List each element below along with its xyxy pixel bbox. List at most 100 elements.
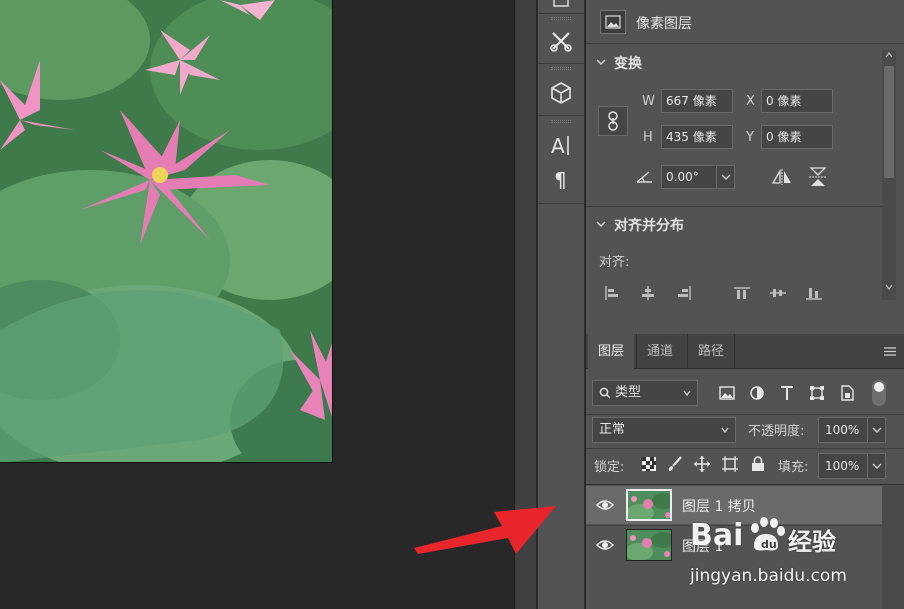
align-right-edges-button[interactable] bbox=[674, 284, 694, 302]
lock-all-button[interactable] bbox=[749, 455, 767, 473]
history-icon[interactable] bbox=[546, 0, 576, 14]
layers-divider bbox=[586, 414, 904, 415]
height-label: H bbox=[643, 130, 653, 145]
lock-position-button[interactable] bbox=[693, 455, 711, 473]
tool-group-3d bbox=[538, 64, 584, 116]
brush-icon bbox=[668, 456, 682, 471]
align-section-title[interactable]: 对齐并分布 bbox=[614, 215, 684, 235]
filter-adjustment-button[interactable] bbox=[746, 382, 768, 404]
width-field[interactable]: 667 像素 bbox=[661, 89, 733, 113]
chevron-down-icon bbox=[721, 174, 731, 180]
toggle-knob-icon bbox=[874, 382, 884, 392]
properties-panel: 像素图层 变换 W 667 像素 X 0 像素 H 435 像素 Y 0 像素 … bbox=[586, 0, 904, 333]
artboard-icon bbox=[722, 456, 738, 472]
tools-icon[interactable] bbox=[546, 26, 576, 56]
watermark-brand: Bai bbox=[690, 518, 744, 553]
baidu-watermark: Bai du 经验 jingyan.baidu.com bbox=[680, 510, 880, 590]
align-label: 对齐: bbox=[599, 255, 630, 270]
panel-menu-icon[interactable] bbox=[884, 347, 896, 356]
angle-field[interactable]: 0.00° bbox=[661, 165, 735, 189]
tab-layers[interactable]: 图层 bbox=[588, 334, 635, 369]
layer-type-label: 像素图层 bbox=[636, 16, 692, 32]
opacity-field[interactable]: 100% bbox=[818, 417, 886, 443]
layers-divider bbox=[586, 484, 904, 485]
blend-mode-dropdown[interactable]: 正常 bbox=[592, 417, 736, 443]
fill-label: 填充: bbox=[778, 460, 809, 475]
tool-group-top bbox=[538, 0, 584, 14]
tool-group-adjust bbox=[538, 14, 584, 64]
fill-field[interactable]: 100% bbox=[818, 453, 886, 479]
scroll-up-icon[interactable] bbox=[885, 52, 893, 58]
properties-scroll-thumb[interactable] bbox=[884, 66, 894, 178]
height-field[interactable]: 435 像素 bbox=[661, 125, 733, 149]
scroll-down-icon[interactable] bbox=[885, 284, 893, 290]
svg-text:A: A bbox=[551, 134, 565, 157]
opacity-dropdown[interactable] bbox=[867, 418, 885, 442]
filter-kind-label: 类型 bbox=[615, 385, 642, 400]
layers-scroll-track[interactable] bbox=[882, 486, 904, 609]
angle-dropdown[interactable] bbox=[716, 166, 734, 188]
chevron-down-icon bbox=[721, 427, 729, 434]
opacity-value: 100% bbox=[825, 423, 860, 437]
filter-shape-button[interactable] bbox=[806, 382, 828, 404]
section-divider bbox=[586, 206, 882, 207]
blend-mode-value: 正常 bbox=[599, 422, 626, 437]
lock-image-pixels-button[interactable] bbox=[666, 455, 684, 473]
pixel-layer-icon bbox=[600, 10, 626, 34]
adjustment-circle-icon bbox=[750, 386, 764, 400]
chain-link-icon bbox=[608, 111, 618, 131]
filter-type-button[interactable] bbox=[776, 382, 798, 404]
align-horizontal-centers-button[interactable] bbox=[638, 284, 658, 302]
eye-icon[interactable] bbox=[596, 538, 614, 552]
y-field[interactable]: 0 像素 bbox=[761, 125, 833, 149]
paragraph-icon[interactable]: ¶ bbox=[546, 164, 576, 194]
width-label: W bbox=[642, 94, 655, 109]
chevron-down-icon[interactable] bbox=[596, 57, 606, 67]
filter-toggle[interactable] bbox=[872, 380, 886, 406]
align-top-icon bbox=[734, 287, 750, 299]
lock-icon bbox=[752, 456, 764, 471]
layer-filter-dropdown[interactable]: 类型 bbox=[592, 380, 698, 406]
lock-label: 锁定: bbox=[594, 460, 625, 475]
align-right-icon bbox=[678, 286, 691, 300]
tab-channels[interactable]: 通道 bbox=[636, 334, 683, 369]
align-center-icon bbox=[642, 286, 654, 300]
layer-thumbnail bbox=[626, 529, 672, 561]
flip-vertical-button[interactable] bbox=[806, 164, 830, 190]
x-label: X bbox=[746, 94, 755, 109]
chevron-down-icon bbox=[872, 427, 882, 433]
type-t-icon bbox=[781, 386, 793, 400]
tab-paths[interactable]: 路径 bbox=[687, 334, 736, 369]
chevron-down-icon bbox=[683, 390, 691, 397]
svg-text:¶: ¶ bbox=[554, 168, 567, 191]
search-icon bbox=[599, 387, 611, 399]
layer-thumbnail bbox=[626, 489, 672, 521]
align-left-edges-button[interactable] bbox=[602, 284, 622, 302]
opacity-label: 不透明度: bbox=[748, 424, 805, 439]
link-dimensions-button[interactable] bbox=[598, 106, 628, 136]
svg-text:du: du bbox=[761, 538, 777, 551]
angle-value: 0.00° bbox=[666, 170, 699, 184]
y-label: Y bbox=[746, 130, 754, 145]
transform-section-title[interactable]: 变换 bbox=[614, 53, 642, 73]
smart-object-icon bbox=[841, 385, 854, 401]
align-vertical-centers-button[interactable] bbox=[768, 284, 788, 302]
flip-horizontal-icon bbox=[771, 169, 791, 185]
3d-cube-icon[interactable] bbox=[546, 78, 576, 108]
chevron-down-icon[interactable] bbox=[596, 219, 606, 229]
eye-icon[interactable] bbox=[596, 498, 614, 512]
filter-pixel-button[interactable] bbox=[716, 382, 738, 404]
lock-artboard-button[interactable] bbox=[721, 455, 739, 473]
align-top-edges-button[interactable] bbox=[732, 284, 752, 302]
flip-horizontal-button[interactable] bbox=[770, 166, 794, 188]
shape-icon bbox=[810, 386, 824, 400]
align-left-icon bbox=[605, 286, 618, 300]
align-bottom-edges-button[interactable] bbox=[804, 284, 824, 302]
fill-dropdown[interactable] bbox=[867, 454, 885, 478]
filter-smart-object-button[interactable] bbox=[836, 382, 858, 404]
character-icon[interactable]: A bbox=[546, 130, 576, 160]
lock-transparent-pixels-button[interactable] bbox=[640, 455, 658, 473]
chevron-down-icon bbox=[872, 463, 882, 469]
x-field[interactable]: 0 像素 bbox=[761, 89, 833, 113]
paw-logo-icon: du bbox=[751, 517, 785, 551]
